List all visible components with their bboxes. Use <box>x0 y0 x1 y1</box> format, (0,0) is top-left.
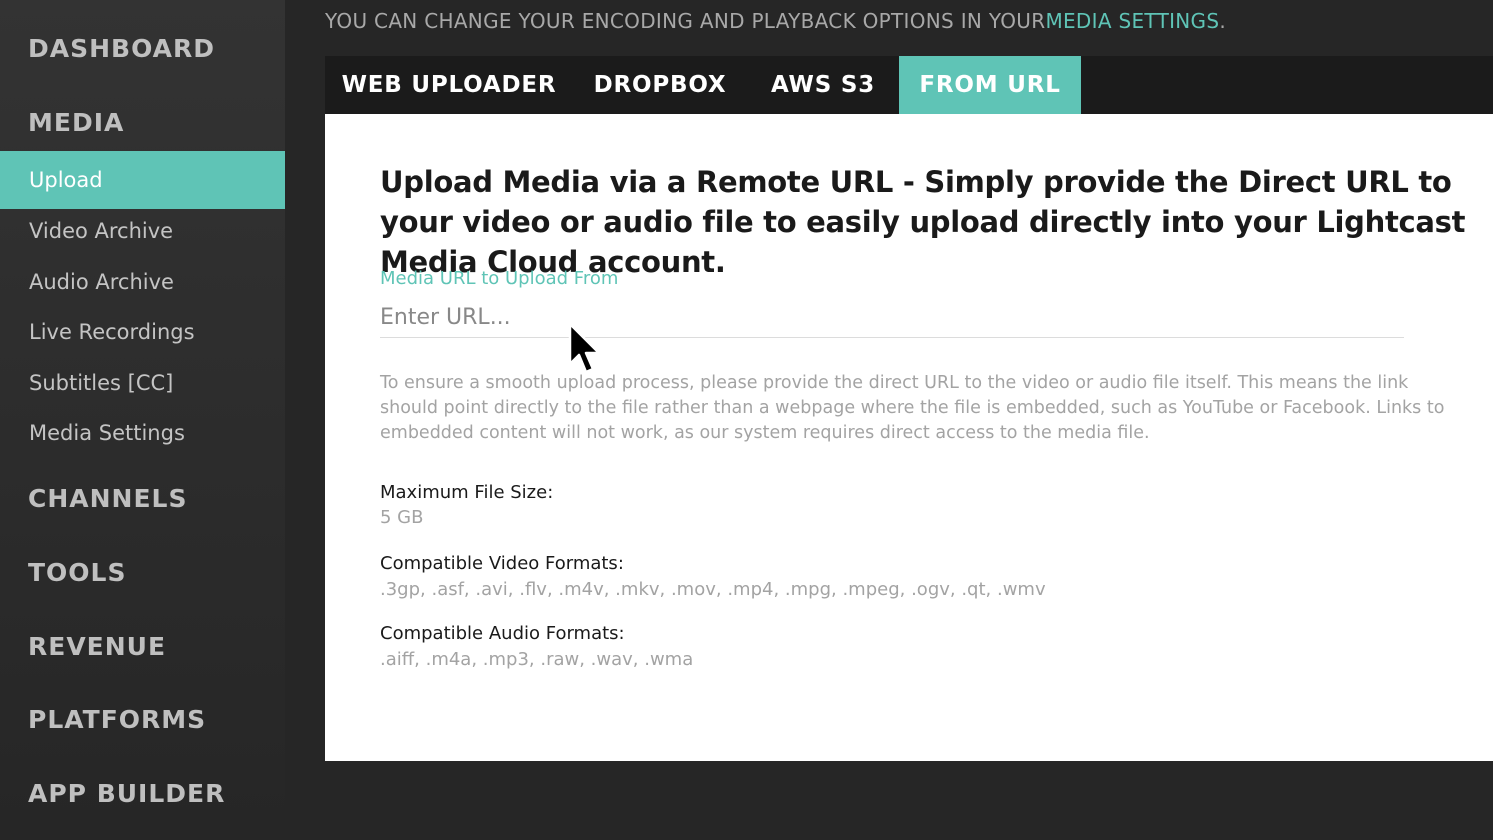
sidebar-item-upload[interactable]: Upload <box>0 151 285 209</box>
help-text: To ensure a smooth upload process, pleas… <box>380 373 1445 443</box>
url-field-label: Media URL to Upload From <box>380 268 619 289</box>
app-window: DASHBOARD MEDIA Upload Video Archive Aud… <box>0 0 1493 840</box>
sidebar-item-audio-archive[interactable]: Audio Archive <box>0 257 285 307</box>
video-formats-value: .3gp, .asf, .avi, .flv, .m4v, .mkv, .mov… <box>380 579 1046 600</box>
max-file-size-label: Maximum File Size: <box>380 482 554 503</box>
nav-revenue[interactable]: REVENUE <box>28 632 166 661</box>
tab-from-url[interactable]: FROM URL <box>899 56 1081 114</box>
audio-formats-label: Compatible Audio Formats: <box>380 623 625 644</box>
sidebar: DASHBOARD MEDIA Upload Video Archive Aud… <box>0 0 285 840</box>
sidebar-item-subtitles[interactable]: Subtitles [CC] <box>0 358 285 408</box>
nav-dashboard[interactable]: DASHBOARD <box>28 34 215 63</box>
upload-tabs: WEB UPLOADER DROPBOX AWS S3 FROM URL <box>325 56 1493 114</box>
media-settings-link[interactable]: MEDIA SETTINGS <box>1045 9 1219 33</box>
nav-media[interactable]: MEDIA <box>28 108 124 137</box>
mouse-cursor-icon <box>568 322 601 374</box>
page-title: Upload Media via a Remote URL - Simply p… <box>380 165 1466 279</box>
tab-aws-s3[interactable]: AWS S3 <box>747 56 899 114</box>
nav-channels[interactable]: CHANNELS <box>28 484 187 513</box>
settings-banner: YOU CAN CHANGE YOUR ENCODING AND PLAYBAC… <box>325 6 1226 36</box>
banner-text: YOU CAN CHANGE YOUR ENCODING AND PLAYBAC… <box>325 9 1046 33</box>
from-url-panel: Upload Media via a Remote URL - Simply p… <box>325 114 1493 761</box>
tab-web-uploader[interactable]: WEB UPLOADER <box>325 56 573 114</box>
video-formats-label: Compatible Video Formats: <box>380 553 624 574</box>
nav-app-builder[interactable]: APP BUILDER <box>28 779 225 808</box>
max-file-size-value: 5 GB <box>380 507 424 528</box>
banner-suffix: . <box>1219 9 1227 33</box>
sidebar-item-media-settings[interactable]: Media Settings <box>0 408 285 458</box>
tab-dropbox[interactable]: DROPBOX <box>573 56 747 114</box>
nav-tools[interactable]: TOOLS <box>28 558 127 587</box>
sidebar-item-video-archive[interactable]: Video Archive <box>0 206 285 256</box>
url-input[interactable] <box>380 298 1404 338</box>
sidebar-item-live-recordings[interactable]: Live Recordings <box>0 307 285 357</box>
audio-formats-value: .aiff, .m4a, .mp3, .raw, .wav, .wma <box>380 649 694 670</box>
nav-platforms[interactable]: PLATFORMS <box>28 705 206 734</box>
